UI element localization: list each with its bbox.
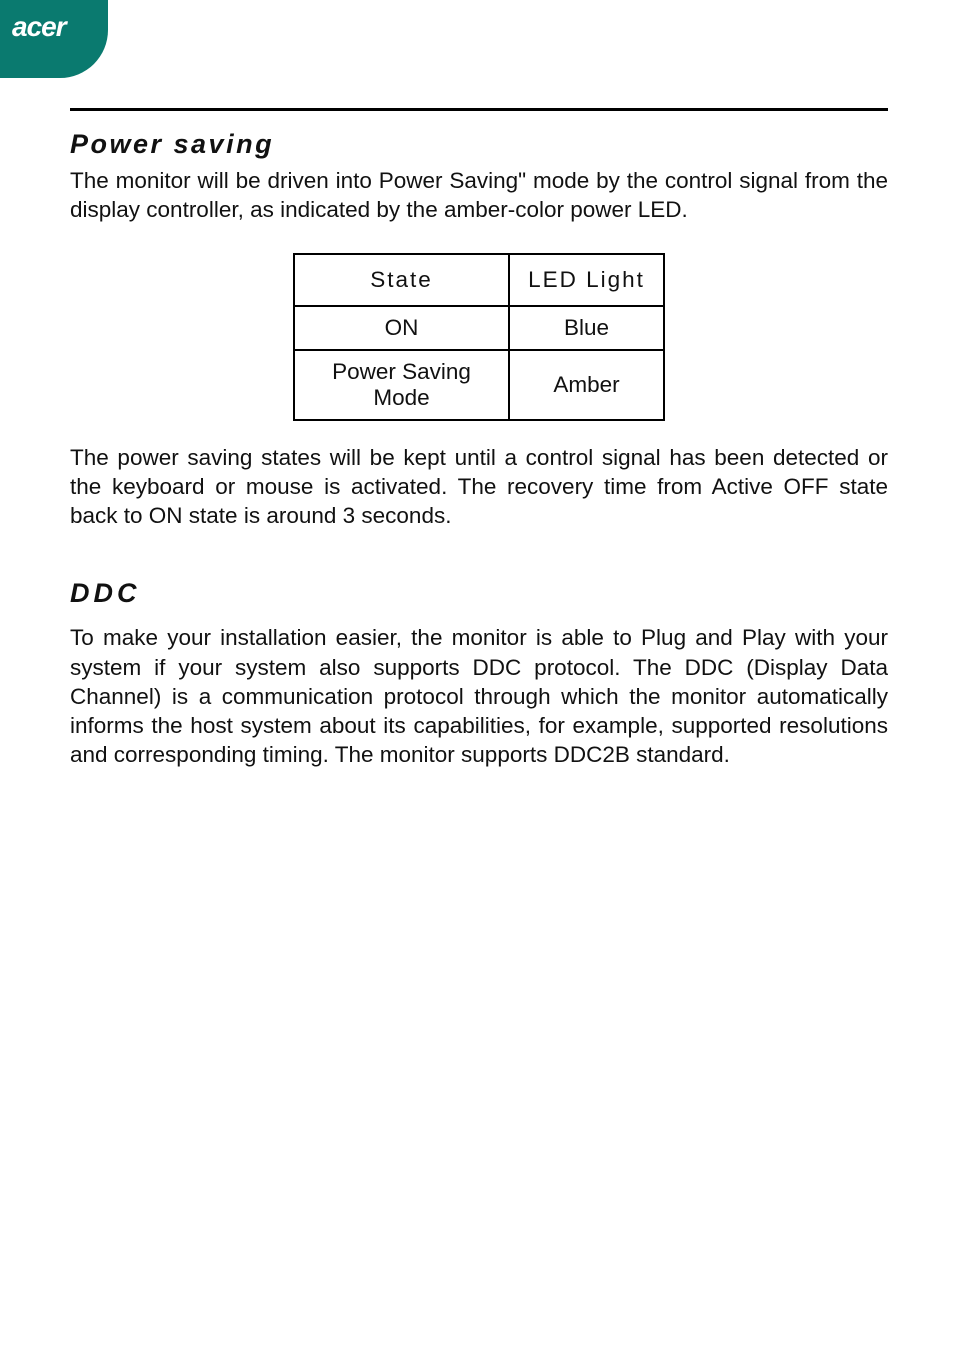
- power-saving-outro: The power saving states will be kept unt…: [70, 443, 888, 531]
- table-cell-state: ON: [294, 306, 509, 350]
- heading-ddc: DDC: [70, 578, 888, 609]
- state-table-wrap: State LED Light ON Blue Power Saving Mod…: [70, 253, 888, 421]
- table-header-led: LED Light: [509, 254, 664, 306]
- page-content: Power saving The monitor will be driven …: [70, 108, 888, 770]
- top-rule: [70, 108, 888, 111]
- state-table: State LED Light ON Blue Power Saving Mod…: [293, 253, 665, 421]
- table-header-row: State LED Light: [294, 254, 664, 306]
- table-cell-state: Power Saving Mode: [294, 350, 509, 420]
- section-ddc: DDC To make your installation easier, th…: [70, 578, 888, 769]
- table-header-state: State: [294, 254, 509, 306]
- table-cell-led: Amber: [509, 350, 664, 420]
- ddc-text: To make your installation easier, the mo…: [70, 623, 888, 769]
- brand-logo-text: acer: [12, 11, 66, 43]
- brand-logo-tab: acer: [0, 0, 108, 78]
- power-saving-intro: The monitor will be driven into Power Sa…: [70, 166, 888, 225]
- table-row: Power Saving Mode Amber: [294, 350, 664, 420]
- table-row: ON Blue: [294, 306, 664, 350]
- table-cell-led: Blue: [509, 306, 664, 350]
- section-power-saving: Power saving The monitor will be driven …: [70, 129, 888, 530]
- heading-power-saving: Power saving: [70, 129, 888, 160]
